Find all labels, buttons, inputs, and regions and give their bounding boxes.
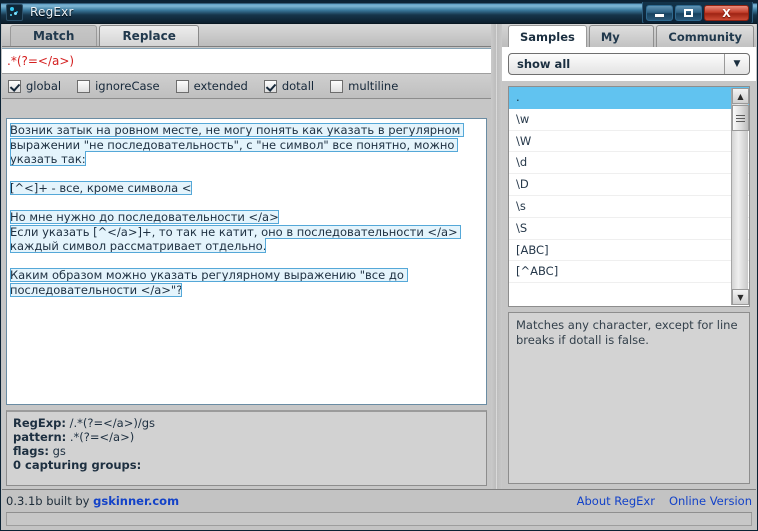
list-item: Возник затык на ровном месте, не могу по… (10, 123, 483, 167)
list-item[interactable]: \W (509, 131, 749, 153)
sample-description-text: Matches any character, except for line b… (516, 318, 742, 347)
chevron-down-icon[interactable]: ▼ (724, 54, 749, 74)
regexr-window: RegExr X Match Replace .*(?=</a>) global… (0, 0, 758, 531)
info-pattern: pattern: .*(?=</a>) (13, 430, 480, 444)
list-item[interactable]: \d (509, 152, 749, 174)
list-item[interactable]: \w (509, 109, 749, 131)
sample-description-panel: Matches any character, except for line b… (508, 312, 750, 484)
regex-input-value: .*(?=</a>) (2, 54, 74, 68)
tab-samples[interactable]: Samples (508, 25, 587, 47)
checkbox-multiline-icon[interactable] (330, 80, 343, 93)
list-item[interactable]: [^ABC] (509, 261, 749, 283)
vendor-link[interactable]: gskinner.com (93, 494, 179, 508)
list-item: Но мне нужно до последовательности </a> (10, 210, 483, 225)
checkbox-ignorecase-icon[interactable] (77, 80, 90, 93)
left-pane: Match Replace .*(?=</a>) global ignoreCa… (2, 24, 491, 490)
close-button[interactable]: X (704, 5, 749, 21)
list-item (10, 196, 483, 211)
flag-ignorecase[interactable]: ignoreCase (77, 79, 160, 93)
match-highlight: Каким образом можно указать регулярному … (10, 268, 408, 297)
tab-my-saved[interactable]: My Saved (589, 25, 655, 47)
title-bar: RegExr X (1, 1, 757, 24)
regexp-info-panel: RegExp: /.*(?=</a>)/gs pattern: .*(?=</a… (6, 410, 487, 486)
info-regexp: RegExp: /.*(?=</a>)/gs (13, 416, 480, 430)
list-item[interactable]: . (509, 87, 749, 109)
flag-extended-label: extended (194, 79, 248, 93)
flag-dotall-label: dotall (282, 79, 314, 93)
list-item[interactable]: \D (509, 174, 749, 196)
list-item: [^<]+ - все, кроме символа < (10, 181, 483, 196)
match-highlight: [^<]+ - все, кроме символа < (10, 181, 192, 195)
test-text-area[interactable]: Возник затык на ровном месте, не могу по… (6, 118, 487, 405)
flag-multiline[interactable]: multiline (330, 79, 398, 93)
right-pane: Samples My Saved Community show all ▼ . … (502, 24, 756, 490)
about-regexr-link[interactable]: About RegExr (577, 494, 655, 508)
online-version-link[interactable]: Online Version (669, 494, 752, 508)
footer-strip (6, 513, 752, 526)
info-flags: flags: gs (13, 444, 480, 458)
list-item: Если указать [^</a>]+, то так не катит, … (10, 225, 483, 254)
flag-extended[interactable]: extended (176, 79, 248, 93)
grip-icon (736, 115, 745, 122)
checkbox-dotall-icon[interactable] (264, 80, 277, 93)
info-flags-label: flags: (13, 444, 49, 458)
regex-input[interactable]: .*(?=</a>) (2, 48, 491, 74)
info-groups: 0 capturing groups: (13, 458, 480, 472)
scrollbar-thumb[interactable] (732, 105, 749, 131)
checkbox-extended-icon[interactable] (176, 80, 189, 93)
list-item[interactable]: \s (509, 196, 749, 218)
minimize-icon (655, 14, 664, 17)
library-tabbar: Samples My Saved Community (502, 24, 756, 48)
checkbox-global-icon[interactable] (8, 80, 21, 93)
pane-splitter[interactable] (491, 24, 502, 490)
filter-row: show all ▼ (502, 48, 756, 81)
samples-scrollbar[interactable]: ▲ ▼ (731, 88, 748, 305)
flag-multiline-label: multiline (348, 79, 398, 93)
minimize-button[interactable] (646, 5, 673, 21)
flag-dotall[interactable]: dotall (264, 79, 314, 93)
flag-ignorecase-label: ignoreCase (95, 79, 160, 93)
scroll-down-icon[interactable]: ▼ (732, 289, 749, 305)
maximize-button[interactable] (675, 5, 702, 21)
info-regexp-label: RegExp: (13, 416, 66, 430)
info-pattern-label: pattern: (13, 430, 66, 444)
flags-row: global ignoreCase extended dotall multil… (2, 74, 491, 99)
version-info: 0.3.1b built by gskinner.com (6, 494, 179, 508)
flag-global[interactable]: global (8, 79, 61, 93)
tab-community[interactable]: Community (656, 25, 754, 47)
list-item: Каким образом можно указать регулярному … (10, 268, 483, 297)
samples-list[interactable]: . \w \W \d \D \s \S [ABC] [^ABC] ▲ ▼ (508, 86, 750, 307)
match-highlight: Если указать [^</a>]+, то так не катит, … (10, 225, 461, 254)
scroll-up-icon[interactable]: ▲ (732, 88, 749, 104)
tab-match[interactable]: Match (10, 25, 97, 46)
tab-replace[interactable]: Replace (99, 25, 198, 46)
info-regexp-value: /.*(?=</a>)/gs (70, 416, 155, 430)
list-item (10, 254, 483, 269)
list-item[interactable]: [ABC] (509, 240, 749, 262)
match-highlight: Но мне нужно до последовательности </a> (10, 210, 279, 224)
info-flags-value: gs (53, 444, 66, 458)
info-pattern-value: .*(?=</a>) (70, 430, 134, 444)
list-item (10, 167, 483, 182)
filter-select-value: show all (509, 57, 570, 71)
list-item[interactable]: \S (509, 218, 749, 240)
footer: 0.3.1b built by gskinner.com About RegEx… (2, 489, 756, 529)
info-groups-label: 0 capturing groups: (13, 458, 141, 472)
version-text: 0.3.1b built by (6, 494, 93, 508)
regexr-app-icon (6, 4, 23, 21)
mode-tabbar: Match Replace (2, 24, 491, 47)
window-title: RegExr (30, 5, 74, 19)
window-controls: X (642, 2, 753, 24)
footer-links: About RegExr Online Version (577, 494, 752, 508)
filter-select[interactable]: show all ▼ (508, 53, 750, 75)
flag-global-label: global (26, 79, 61, 93)
maximize-icon (684, 9, 693, 17)
match-highlight: Возник затык на ровном месте, не могу по… (10, 123, 464, 166)
